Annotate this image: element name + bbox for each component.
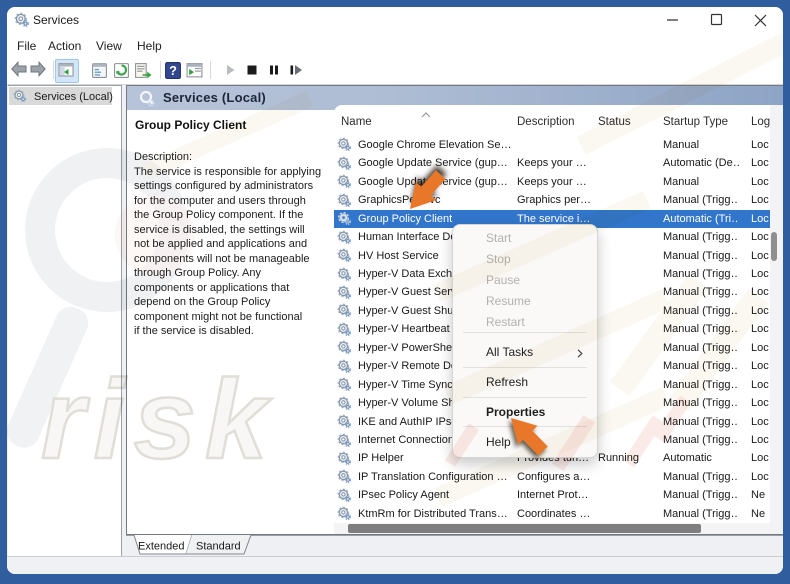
- svg-text:Extended: Extended: [138, 541, 184, 553]
- svg-text:Standard: Standard: [196, 541, 241, 553]
- svg-text:?: ?: [169, 63, 177, 78]
